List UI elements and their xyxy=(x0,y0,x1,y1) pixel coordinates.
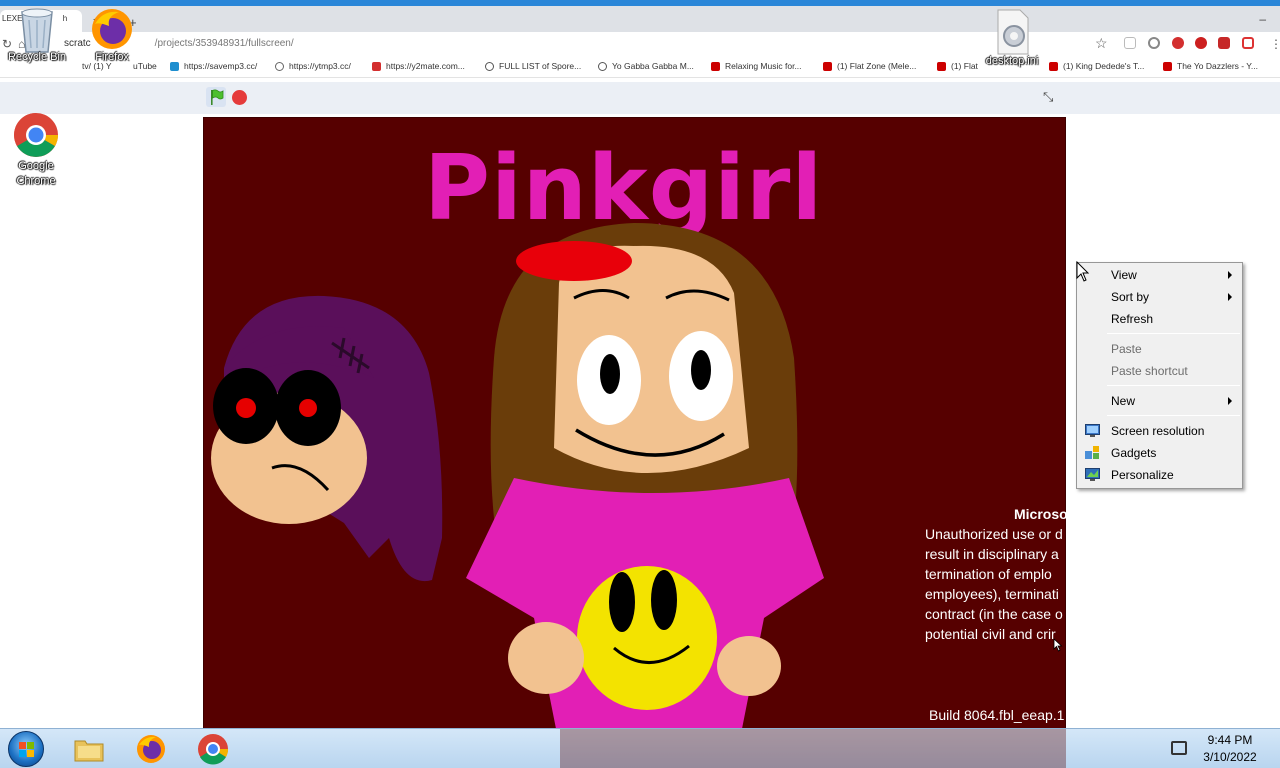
desktop-icon-recycle-bin[interactable]: Recycle Bin xyxy=(2,6,72,63)
youtube-icon xyxy=(937,61,946,71)
build-watermark: Build 8064.fbl_eeap.1 xyxy=(929,707,1065,723)
bookmark-item[interactable]: The Yo Dazzlers - Y... xyxy=(1163,61,1258,71)
notice-line: Unauthorized use or d xyxy=(925,526,1063,542)
taskbar-app-explorer[interactable] xyxy=(73,733,105,765)
notice-line: contract (in the case o xyxy=(925,606,1063,622)
screen-resolution-icon xyxy=(1085,424,1100,437)
ini-file-icon xyxy=(997,9,1029,55)
menu-icon[interactable]: ⋮ xyxy=(1270,37,1280,51)
green-flag-icon xyxy=(211,89,224,105)
menu-separator xyxy=(1107,385,1240,386)
taskbar: 9:44 PM 3/10/2022 xyxy=(0,728,1280,768)
bookmark-item[interactable]: FULL LIST of Spore... xyxy=(485,61,581,71)
taskbar-app-firefox[interactable] xyxy=(135,733,167,765)
desktop-icon-label: Recycle Bin xyxy=(7,51,67,63)
menu-item-refresh[interactable]: Refresh xyxy=(1079,308,1240,330)
desktop-icon-label: Google Chrome xyxy=(16,160,56,187)
desktop-icon-chrome[interactable]: Google Chrome xyxy=(4,112,68,189)
extension-red-icon[interactable] xyxy=(1218,37,1230,49)
menu-item-new[interactable]: New xyxy=(1079,390,1240,412)
bookmark-item[interactable]: https://y2mate.com... xyxy=(372,61,465,71)
globe-icon xyxy=(598,61,607,71)
menu-item-gadgets[interactable]: Gadgets xyxy=(1079,442,1240,464)
notice-title: Microso xyxy=(1014,506,1066,522)
bookmark-item[interactable]: (1) Flat xyxy=(937,61,978,71)
browser-toolbar: ↻ ⌂ scratc/projects/353948931/fullscreen… xyxy=(0,32,1280,56)
chrome-icon xyxy=(198,734,229,765)
bookmark-item[interactable]: Yo Gabba Gabba M... xyxy=(598,61,694,71)
minimize-icon[interactable]: – xyxy=(1259,12,1266,26)
bookmark-item[interactable]: (1) Flat Zone (Mele... xyxy=(823,61,916,71)
mouse-cursor-icon xyxy=(1076,261,1090,282)
y2mate-icon xyxy=(372,61,381,71)
notice-line: result in disciplinary a xyxy=(925,546,1059,562)
purple-hair-girl-sprite xyxy=(211,295,443,582)
desktop-icon-firefox[interactable]: Firefox xyxy=(80,6,144,63)
notice-line: termination of emplo xyxy=(925,566,1052,582)
screenshot-icon[interactable] xyxy=(1242,37,1254,49)
submenu-arrow-icon xyxy=(1228,271,1232,279)
scratch-controls-bar: ⤡ xyxy=(0,82,1280,114)
gadgets-icon xyxy=(1085,446,1099,459)
notice-line: employees), terminati xyxy=(925,586,1059,602)
firefox-icon xyxy=(92,9,132,49)
firefox-icon xyxy=(137,735,165,763)
license-notice: Microso Unauthorized use or d result in … xyxy=(925,504,1066,724)
folder-icon xyxy=(74,740,104,762)
bookmarks-bar: tv/ (1) Y uTube https://savemp3.cc/ http… xyxy=(0,56,1280,78)
desktop-context-menu: View Sort by Refresh Paste Paste shortcu… xyxy=(1076,262,1243,489)
youtube-icon xyxy=(823,61,832,71)
menu-item-screen-resolution[interactable]: Screen resolution xyxy=(1079,420,1240,442)
taskbar-app-chrome[interactable] xyxy=(197,733,229,765)
green-flag-button[interactable] xyxy=(206,87,226,107)
chrome-icon xyxy=(14,113,58,157)
bookmark-item[interactable]: https://savemp3.cc/ xyxy=(170,61,257,71)
youtube-icon xyxy=(1163,61,1172,71)
menu-item-personalize[interactable]: Personalize xyxy=(1079,464,1240,486)
youtube-icon xyxy=(711,61,720,71)
clock-date[interactable]: 3/10/2022 xyxy=(1196,750,1264,764)
recycle-bin-icon xyxy=(21,8,53,53)
menu-separator xyxy=(1107,415,1240,416)
globe-icon xyxy=(485,61,494,71)
desktop-icon-desktop-ini[interactable]: desktop.ini xyxy=(974,8,1050,67)
extension-icon[interactable] xyxy=(1124,37,1136,49)
clock-time[interactable]: 9:44 PM xyxy=(1200,733,1260,747)
menu-item-view[interactable]: View xyxy=(1079,264,1240,286)
adblock-icon[interactable] xyxy=(1172,37,1184,49)
bookmark-item[interactable]: (1) King Dedede's T... xyxy=(1049,61,1144,71)
tab-strip: LEXE h ✕ + – xyxy=(0,6,1280,32)
notice-line: potential civil and crir xyxy=(925,626,1056,642)
menu-item-paste-shortcut: Paste shortcut xyxy=(1111,364,1188,378)
stage-bleed-overlay xyxy=(560,729,1066,768)
menu-item-sort-by[interactable]: Sort by xyxy=(1079,286,1240,308)
desktop-icon-label: Firefox xyxy=(95,51,129,63)
windows-logo-icon xyxy=(19,742,34,757)
url-path: /projects/353948931/fullscreen/ xyxy=(154,38,294,49)
stop-button[interactable] xyxy=(232,90,247,105)
submenu-arrow-icon xyxy=(1228,293,1232,301)
menu-item-paste: Paste xyxy=(1111,342,1142,356)
ytmp3-icon xyxy=(275,61,284,71)
network-icon[interactable] xyxy=(1171,741,1187,755)
menu-separator xyxy=(1107,333,1240,334)
savemp3-icon xyxy=(170,61,179,71)
submenu-arrow-icon xyxy=(1228,397,1232,405)
youtube-icon xyxy=(1049,61,1058,71)
opera-icon[interactable] xyxy=(1195,37,1207,49)
personalize-icon xyxy=(1085,468,1100,481)
start-button[interactable] xyxy=(8,731,44,767)
block-icon[interactable] xyxy=(1148,37,1160,49)
bookmark-star-icon[interactable]: ☆ xyxy=(1095,35,1108,52)
exit-fullscreen-icon[interactable]: ⤡ xyxy=(1043,89,1053,105)
bookmark-item[interactable]: Relaxing Music for... xyxy=(711,61,802,71)
bookmark-item[interactable]: https://ytmp3.cc/ xyxy=(275,61,351,71)
pinkgirl-sprite xyxy=(466,223,824,767)
desktop-icon-label: desktop.ini xyxy=(985,55,1039,67)
cursor-echo-icon xyxy=(1053,638,1063,652)
